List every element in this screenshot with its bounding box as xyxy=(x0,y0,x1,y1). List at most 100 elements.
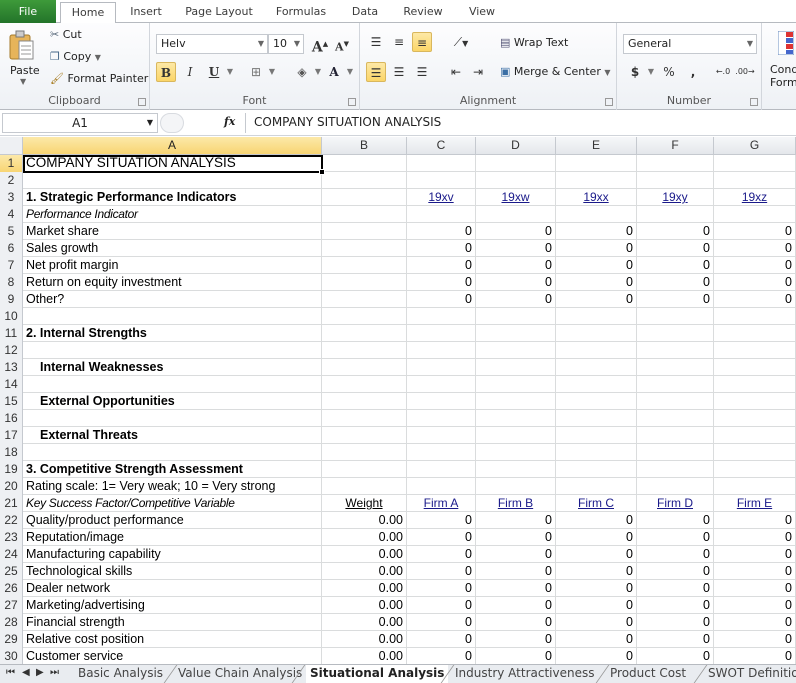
weight-cell[interactable]: 0.00 xyxy=(322,580,407,597)
value-cell[interactable]: 0 xyxy=(637,291,714,308)
shrink-font-button[interactable]: A▼ xyxy=(332,34,352,54)
cell-b[interactable] xyxy=(322,427,407,444)
weight-cell[interactable]: 0.00 xyxy=(322,648,407,665)
value-cell[interactable]: 0 xyxy=(714,257,796,274)
tab-home[interactable]: Home xyxy=(60,2,116,24)
row-header[interactable]: 28 xyxy=(0,614,23,631)
empty-cell[interactable] xyxy=(637,342,714,359)
value-cell[interactable]: 0 xyxy=(556,240,637,257)
cell-b[interactable] xyxy=(322,291,407,308)
empty-cell[interactable] xyxy=(476,308,556,325)
value-cell[interactable]: 0 xyxy=(714,597,796,614)
cell-a[interactable] xyxy=(23,342,322,359)
empty-cell[interactable] xyxy=(476,393,556,410)
value-cell[interactable]: 0 xyxy=(637,257,714,274)
value-cell[interactable]: 0 xyxy=(407,223,476,240)
value-cell[interactable]: 0 xyxy=(476,648,556,665)
empty-cell[interactable] xyxy=(476,359,556,376)
value-cell[interactable]: 0 xyxy=(556,223,637,240)
value-cell[interactable]: 0 xyxy=(714,240,796,257)
cell-a[interactable]: Customer service xyxy=(23,648,322,665)
empty-cell[interactable] xyxy=(714,461,796,478)
align-left-button[interactable]: ☰ xyxy=(366,62,386,82)
row-header[interactable]: 14 xyxy=(0,376,23,393)
cell-b[interactable] xyxy=(322,461,407,478)
row-header[interactable]: 25 xyxy=(0,563,23,580)
value-cell[interactable]: 0 xyxy=(556,274,637,291)
cell-a[interactable]: External Threats xyxy=(23,427,322,444)
empty-cell[interactable] xyxy=(637,325,714,342)
empty-cell[interactable] xyxy=(637,308,714,325)
empty-cell[interactable] xyxy=(556,444,637,461)
next-sheet-icon[interactable]: ▶ xyxy=(36,667,44,678)
value-cell[interactable]: 0 xyxy=(407,257,476,274)
value-cell[interactable]: 0 xyxy=(637,597,714,614)
value-cell[interactable]: 0 xyxy=(476,580,556,597)
cell-a[interactable]: Return on equity investment xyxy=(23,274,322,291)
row-header[interactable]: 1 xyxy=(0,155,23,172)
font-name-combo[interactable]: Helv ▼ xyxy=(156,34,268,54)
cut-button[interactable]: ✂ Cut xyxy=(50,28,82,41)
empty-cell[interactable] xyxy=(637,359,714,376)
italic-button[interactable]: I xyxy=(180,62,200,82)
value-cell[interactable]: 0 xyxy=(714,631,796,648)
tab-insert[interactable]: Insert xyxy=(122,2,170,23)
cell-b[interactable] xyxy=(322,189,407,206)
empty-cell[interactable] xyxy=(556,172,637,189)
value-cell[interactable]: 0 xyxy=(556,529,637,546)
value-cell[interactable]: 0 xyxy=(556,631,637,648)
prev-sheet-icon[interactable]: ◀ xyxy=(22,667,30,678)
column-header-d[interactable]: D xyxy=(476,137,556,155)
empty-cell[interactable] xyxy=(714,206,796,223)
empty-cell[interactable] xyxy=(714,155,796,172)
cell-a[interactable]: Relative cost position xyxy=(23,631,322,648)
cell-a[interactable] xyxy=(23,308,322,325)
value-cell[interactable]: 0 xyxy=(476,240,556,257)
value-cell[interactable]: 0 xyxy=(556,512,637,529)
value-cell[interactable]: 0 xyxy=(407,631,476,648)
empty-cell[interactable] xyxy=(407,410,476,427)
cell-b[interactable] xyxy=(322,393,407,410)
year-header[interactable]: 19xy xyxy=(637,189,714,206)
value-cell[interactable]: 0 xyxy=(556,546,637,563)
value-cell[interactable]: 0 xyxy=(476,257,556,274)
cell-b[interactable] xyxy=(322,308,407,325)
empty-cell[interactable] xyxy=(407,342,476,359)
value-cell[interactable]: 0 xyxy=(476,563,556,580)
align-right-button[interactable]: ☰ xyxy=(412,62,432,82)
bold-button[interactable]: B xyxy=(156,62,176,82)
empty-cell[interactable] xyxy=(407,444,476,461)
column-header-g[interactable]: G xyxy=(714,137,796,155)
value-cell[interactable]: 0 xyxy=(714,529,796,546)
value-cell[interactable]: 0 xyxy=(476,223,556,240)
empty-cell[interactable] xyxy=(714,359,796,376)
empty-cell[interactable] xyxy=(476,325,556,342)
value-cell[interactable]: 0 xyxy=(476,291,556,308)
cell-a[interactable] xyxy=(23,172,322,189)
empty-cell[interactable] xyxy=(556,308,637,325)
value-cell[interactable]: 0 xyxy=(637,563,714,580)
cell-b[interactable] xyxy=(322,274,407,291)
value-cell[interactable]: 0 xyxy=(637,223,714,240)
column-header-a[interactable]: A xyxy=(23,137,322,155)
empty-cell[interactable] xyxy=(476,427,556,444)
empty-cell[interactable] xyxy=(714,410,796,427)
tab-file[interactable]: File xyxy=(0,0,56,23)
value-cell[interactable]: 0 xyxy=(407,614,476,631)
value-cell[interactable]: 0 xyxy=(637,546,714,563)
empty-cell[interactable] xyxy=(407,155,476,172)
value-cell[interactable]: 0 xyxy=(476,529,556,546)
insert-function-button[interactable]: fx xyxy=(224,115,235,128)
row-header[interactable]: 2 xyxy=(0,172,23,189)
cell-a[interactable]: Rating scale: 1= Very weak; 10 = Very st… xyxy=(23,478,322,495)
underline-dropdown-icon[interactable]: ▼ xyxy=(220,62,240,82)
orientation-button[interactable]: ⟋▼ xyxy=(446,32,476,52)
empty-cell[interactable] xyxy=(476,342,556,359)
empty-cell[interactable] xyxy=(476,206,556,223)
tab-formulas[interactable]: Formulas xyxy=(270,2,332,23)
value-cell[interactable]: 0 xyxy=(476,631,556,648)
value-cell[interactable]: 0 xyxy=(637,648,714,665)
row-header[interactable]: 5 xyxy=(0,223,23,240)
column-header-f[interactable]: F xyxy=(637,137,714,155)
column-header-c[interactable]: C xyxy=(407,137,476,155)
